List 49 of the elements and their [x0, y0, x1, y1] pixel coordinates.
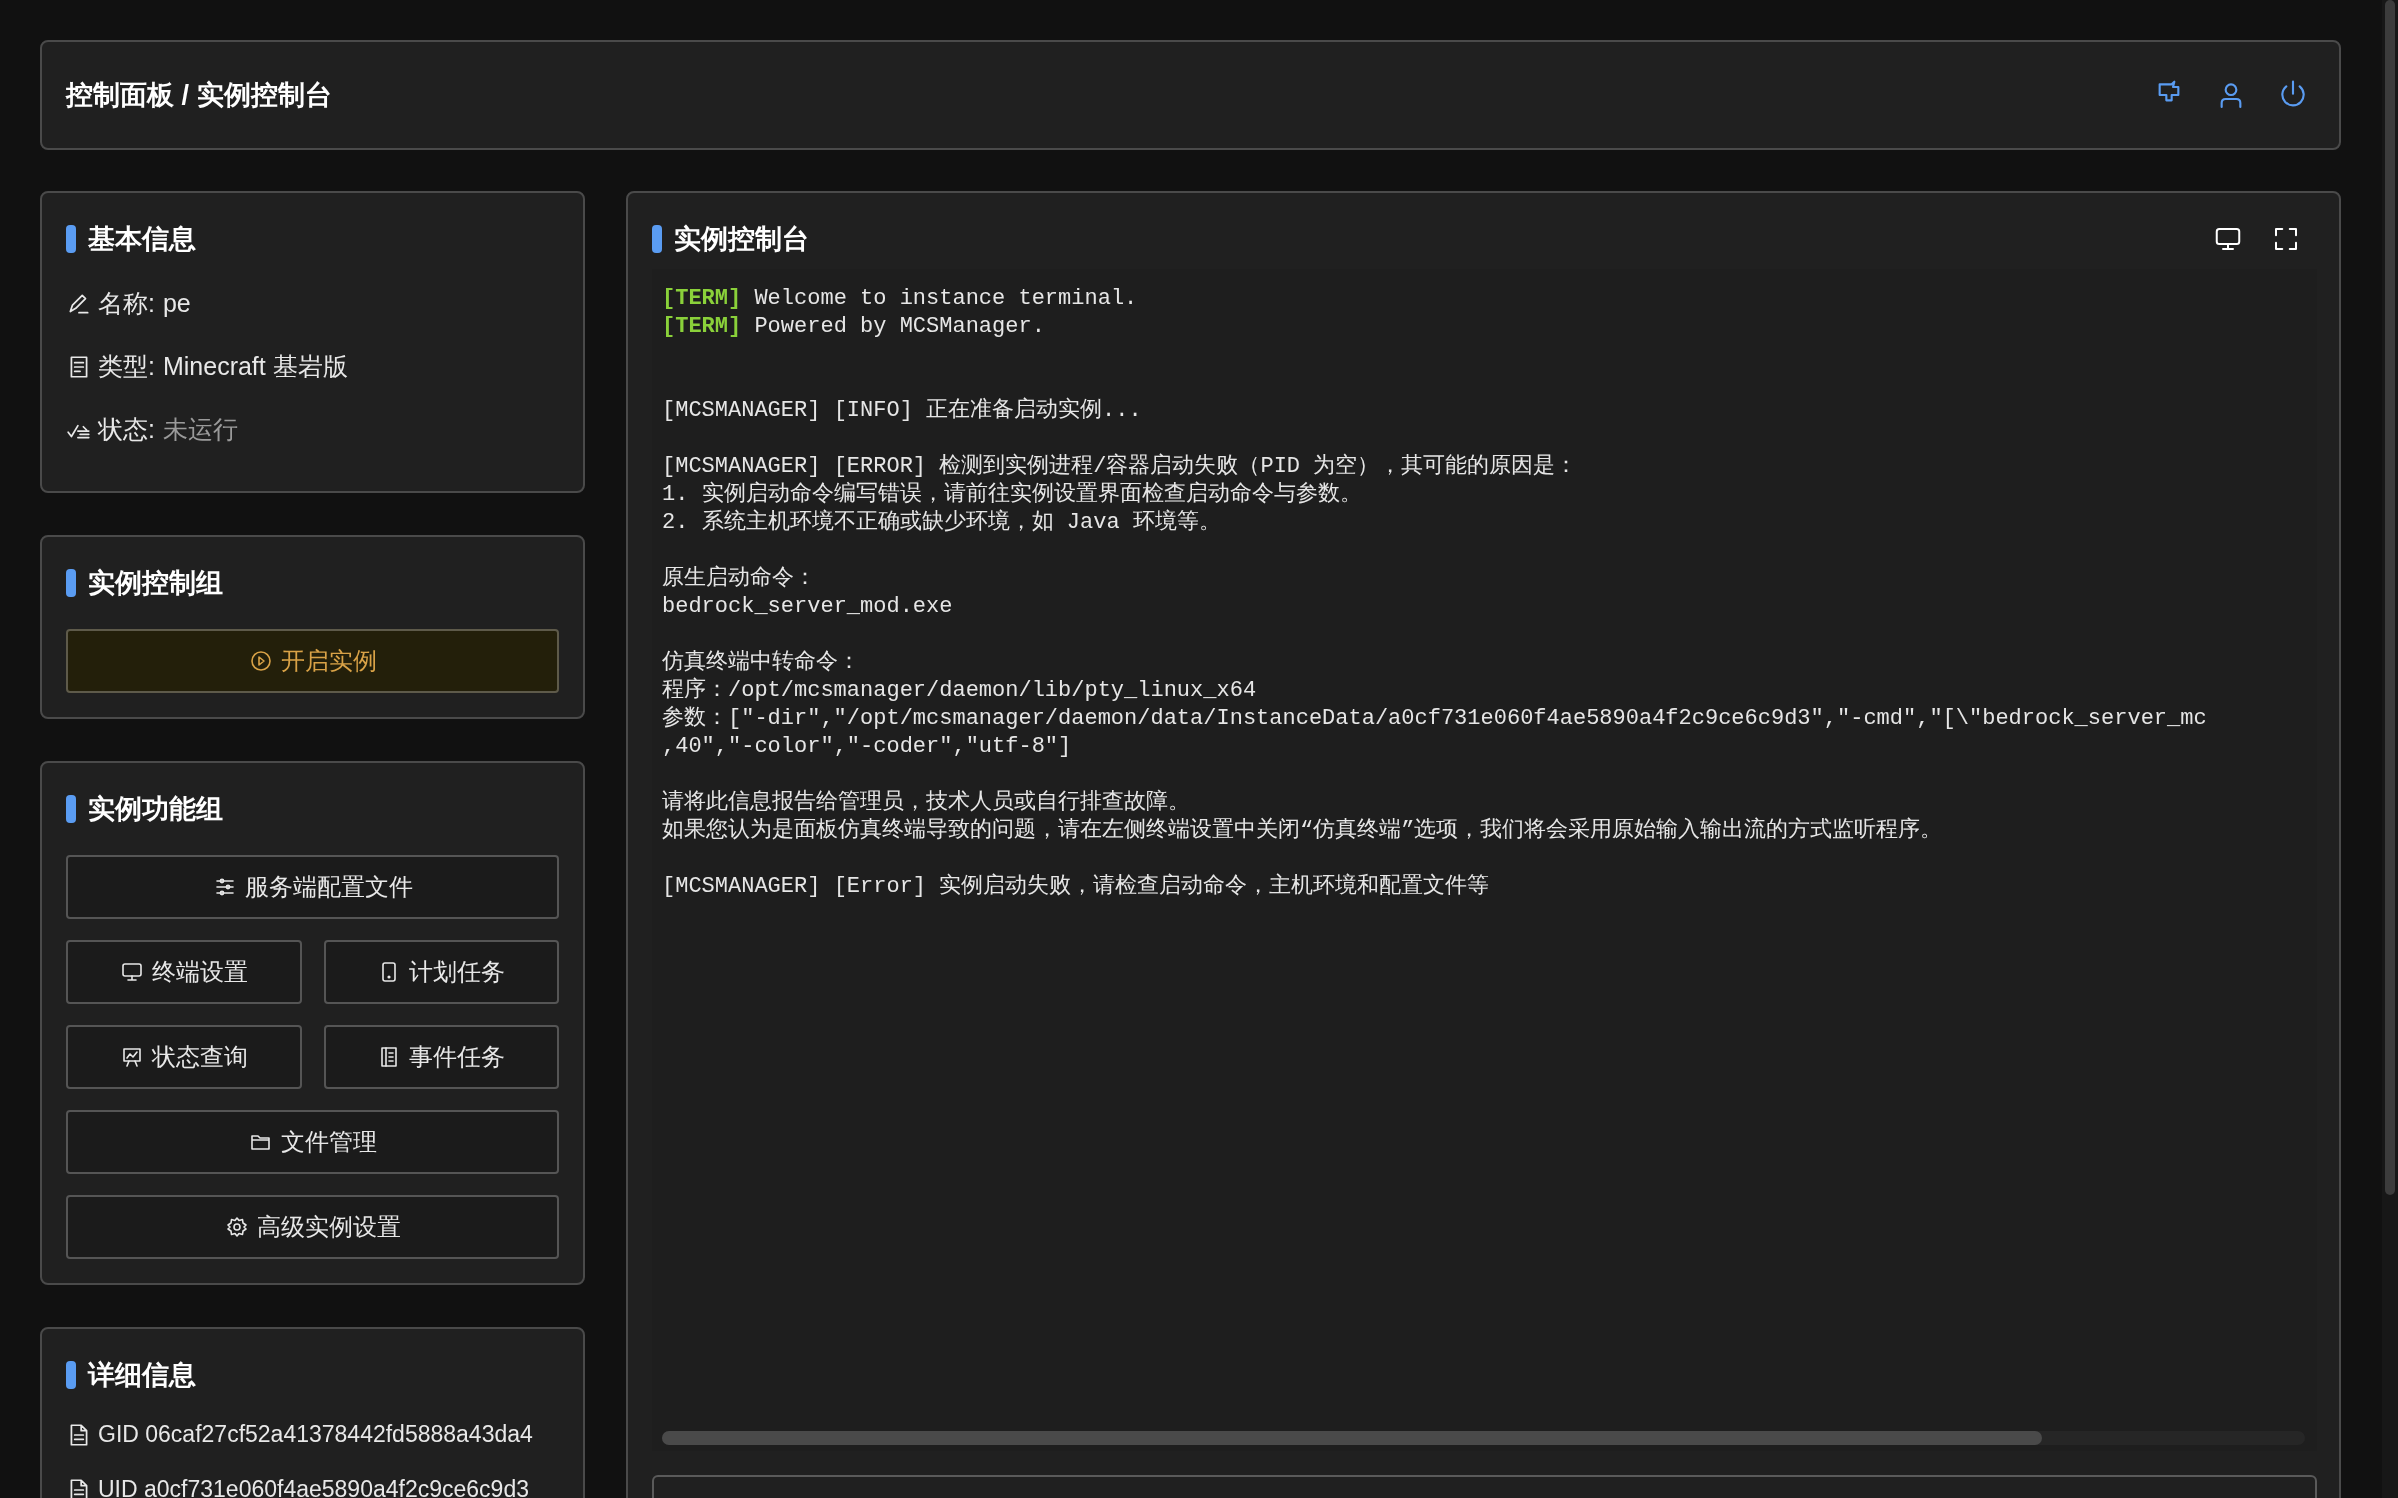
action-button[interactable]: 计划任务 [323, 940, 559, 1004]
accent-bar [652, 225, 662, 253]
terminal-line: 请将此信息报告给管理员，技术人员或自行排查故障。 [662, 790, 1190, 815]
detail-text: UID a0cf731e060f4ae5890a4f2c9ce6c9d3 [98, 1476, 529, 1498]
action-button[interactable]: 终端设置 [66, 940, 302, 1004]
terminal-line: ,40","-color","-coder","utf-8"] [662, 734, 1072, 759]
accent-bar [66, 569, 76, 597]
terminal-tag: [TERM] [662, 314, 742, 339]
action-button[interactable]: 文件管理 [66, 1110, 559, 1174]
section-title: 实例功能组 [88, 793, 223, 826]
terminal-line: 2. 系统主机环境不正确或缺少环境，如 Java 环境等。 [662, 510, 1221, 535]
info-value: pe [162, 289, 191, 318]
section-title: 实例控制台 [674, 223, 809, 256]
terminal-line: 仿真终端中转命令： [662, 650, 860, 675]
action-button[interactable]: 服务端配置文件 [66, 855, 559, 919]
info-label: 状态: [98, 414, 155, 445]
info-label: 类型: [98, 351, 155, 382]
monitor-icon [119, 960, 144, 984]
terminal-line: [MCSMANAGER] [ERROR] 检测到实例进程/容器启动失败（PID 为空），其可能的原因是： [662, 454, 1578, 479]
detail-text: GID 06caf27cf52a41378442fd5888a43da4 [98, 1421, 533, 1448]
settings-icon [224, 1215, 249, 1239]
terminal-line: bedrock_server_mod.exe [662, 594, 953, 619]
accent-bar [66, 795, 76, 823]
terminal-line: 如果您认为是面板仿真终端导致的问题，请在左侧终端设置中关闭“仿真终端”选项，我们将会采用原始输入输出流的方式监听程序。 [662, 818, 1943, 843]
play-circle-icon [248, 649, 273, 673]
terminal-tag: [TERM] [662, 286, 742, 311]
terminal-line: 参数：["-dir","/opt/mcsmanager/daemon/data/InstanceData/a0cf731e060f4ae5890a4f2c9ce6c9d3","-cmd","[\"bedrock_server_mc [662, 706, 2207, 731]
section-title: 详细信息 [88, 1359, 196, 1392]
terminal-line: 程序：/opt/mcsmanager/daemon/lib/pty_linux_x64 [662, 678, 1257, 703]
accent-bar [66, 225, 76, 253]
terminal-line: Welcome to instance terminal. [754, 286, 1138, 311]
page-title: 控制面板 / 实例控制台 [66, 79, 332, 112]
terminal-line: [MCSMANAGER] [Error] 实例启动失败，请检查启动命令，主机环境和配置文件等 [662, 874, 1490, 899]
info-value: 未运行 [162, 414, 238, 445]
scrollbar-thumb[interactable] [662, 1431, 2043, 1445]
info-value: Minecraft 基岩版 [162, 351, 348, 382]
info-label: 名称: [98, 288, 155, 319]
accent-bar [66, 1361, 76, 1389]
section-title: 基本信息 [88, 223, 196, 256]
scrollbar-thumb[interactable] [2385, 0, 2395, 1195]
terminal-line: 原生启动命令： [662, 566, 816, 591]
start-button[interactable]: 开启实例 [66, 629, 559, 693]
action-button[interactable]: 状态查询 [66, 1025, 302, 1089]
terminal-line: [MCSMANAGER] [INFO] 正在准备启动实例... [662, 398, 1142, 423]
action-button[interactable]: 高级实例设置 [66, 1195, 559, 1259]
section-title: 实例控制组 [88, 567, 223, 600]
terminal-line: 1. 实例启动命令编写错误，请前往实例设置界面检查启动命令与参数。 [662, 482, 1362, 507]
terminal-line: Powered by MCSManager. [754, 314, 1045, 339]
action-button[interactable]: 事件任务 [323, 1025, 559, 1089]
